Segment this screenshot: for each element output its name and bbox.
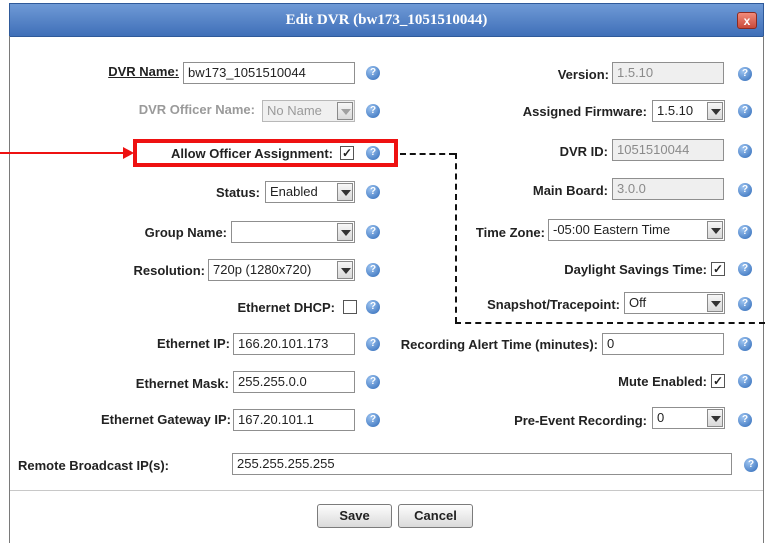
annotation-arrow-line <box>0 152 125 154</box>
ethernet-mask-label: Ethernet Mask: <box>135 376 229 391</box>
remote-broadcast-label: Remote Broadcast IP(s): <box>18 458 169 473</box>
chevron-down-icon <box>707 221 723 239</box>
assigned-firmware-label: Assigned Firmware: <box>522 104 647 119</box>
pre-event-recording-label: Pre-Event Recording: <box>514 413 647 428</box>
ethernet-mask-input[interactable]: 255.255.0.0 <box>233 371 355 393</box>
daylight-savings-label: Daylight Savings Time: <box>564 262 707 277</box>
time-zone-value: -05:00 Eastern Time <box>553 222 671 237</box>
ethernet-ip-input[interactable]: 166.20.101.173 <box>233 333 355 355</box>
help-icon[interactable]: ? <box>366 413 380 427</box>
status-label: Status: <box>215 185 260 200</box>
ethernet-dhcp-label: Ethernet DHCP: <box>237 300 335 315</box>
daylight-savings-checkbox[interactable]: ✓ <box>711 262 725 276</box>
allow-officer-assignment-label: Allow Officer Assignment: <box>170 146 333 161</box>
pre-event-recording-select[interactable]: 0 <box>652 407 725 429</box>
assigned-firmware-select[interactable]: 1.5.10 <box>652 100 725 122</box>
dialog-border-left <box>9 36 10 543</box>
group-name-label: Group Name: <box>144 225 227 240</box>
resolution-label: Resolution: <box>133 263 206 278</box>
annotation-dashed-line <box>455 322 765 324</box>
help-icon[interactable]: ? <box>366 337 380 351</box>
allow-officer-assignment-checkbox[interactable]: ✓ <box>340 146 354 160</box>
dvr-officer-name-label: DVR Officer Name: <box>138 102 255 117</box>
help-icon[interactable]: ? <box>366 300 380 314</box>
status-value: Enabled <box>270 184 318 199</box>
snapshot-tracepoint-value: Off <box>629 295 647 310</box>
main-board-label: Main Board: <box>532 183 608 198</box>
help-icon[interactable]: ? <box>366 225 380 239</box>
ethernet-ip-label: Ethernet IP: <box>157 336 230 351</box>
chevron-down-icon <box>337 223 353 241</box>
dvr-officer-name-value: No Name <box>267 103 322 118</box>
snapshot-tracepoint-label: Snapshot/Tracepoint: <box>487 297 620 312</box>
recording-alert-time-input[interactable]: 0 <box>602 333 724 355</box>
ethernet-dhcp-checkbox[interactable] <box>343 300 357 314</box>
dvr-officer-name-select: No Name <box>262 100 355 122</box>
help-icon[interactable]: ? <box>366 104 380 118</box>
title-bar[interactable]: Edit DVR (bw173_1051510044) x <box>9 3 764 37</box>
edit-dvr-dialog: Edit DVR (bw173_1051510044) x DVR Name: … <box>0 0 765 543</box>
help-icon[interactable]: ? <box>366 185 380 199</box>
dvr-id-label: DVR ID: <box>559 144 608 159</box>
recording-alert-time-label: Recording Alert Time (minutes): <box>400 337 598 352</box>
dvr-name-label: DVR Name: <box>108 64 179 79</box>
help-icon[interactable]: ? <box>744 458 758 472</box>
remote-broadcast-input[interactable]: 255.255.255.255 <box>232 453 732 475</box>
version-label: Version: <box>557 67 609 82</box>
help-icon[interactable]: ? <box>738 262 752 276</box>
help-icon[interactable]: ? <box>366 66 380 80</box>
help-icon[interactable]: ? <box>366 146 380 160</box>
group-name-select[interactable] <box>231 221 355 243</box>
help-icon[interactable]: ? <box>738 225 752 239</box>
annotation-dashed-line <box>455 153 457 323</box>
dialog-title: Edit DVR (bw173_1051510044) <box>285 12 488 28</box>
time-zone-select[interactable]: -05:00 Eastern Time <box>548 219 725 241</box>
pre-event-recording-value: 0 <box>657 410 665 425</box>
ethernet-gateway-ip-label: Ethernet Gateway IP: <box>100 412 231 427</box>
help-icon[interactable]: ? <box>738 67 752 81</box>
main-board-field: 3.0.0 <box>612 178 724 200</box>
chevron-down-icon <box>707 409 723 427</box>
annotation-dashed-line <box>400 153 455 155</box>
version-field: 1.5.10 <box>612 62 724 84</box>
close-icon[interactable]: x <box>737 12 757 29</box>
chevron-down-icon <box>337 261 353 279</box>
snapshot-tracepoint-select[interactable]: Off <box>624 292 725 314</box>
assigned-firmware-value: 1.5.10 <box>657 103 694 118</box>
help-icon[interactable]: ? <box>738 144 752 158</box>
mute-enabled-checkbox[interactable]: ✓ <box>711 374 725 388</box>
help-icon[interactable]: ? <box>738 104 752 118</box>
ethernet-gateway-ip-input[interactable]: 167.20.101.1 <box>233 409 355 431</box>
help-icon[interactable]: ? <box>366 375 380 389</box>
help-icon[interactable]: ? <box>738 297 752 311</box>
chevron-down-icon <box>337 183 353 201</box>
dvr-id-field: 1051510044 <box>612 139 724 161</box>
dvr-name-input[interactable]: bw173_1051510044 <box>183 62 355 84</box>
help-icon[interactable]: ? <box>738 183 752 197</box>
cancel-button[interactable]: Cancel <box>398 504 473 528</box>
help-icon[interactable]: ? <box>738 413 752 427</box>
chevron-down-icon <box>337 102 353 120</box>
resolution-select[interactable]: 720p (1280x720) <box>208 259 355 281</box>
help-icon[interactable]: ? <box>738 374 752 388</box>
time-zone-label: Time Zone: <box>475 225 545 240</box>
status-select[interactable]: Enabled <box>265 181 355 203</box>
resolution-value: 720p (1280x720) <box>213 262 312 277</box>
save-button[interactable]: Save <box>317 504 392 528</box>
help-icon[interactable]: ? <box>366 263 380 277</box>
footer-divider <box>10 490 763 491</box>
help-icon[interactable]: ? <box>738 337 752 351</box>
dialog-border-right <box>763 36 764 543</box>
mute-enabled-label: Mute Enabled: <box>618 374 707 389</box>
chevron-down-icon <box>707 102 723 120</box>
chevron-down-icon <box>707 294 723 312</box>
